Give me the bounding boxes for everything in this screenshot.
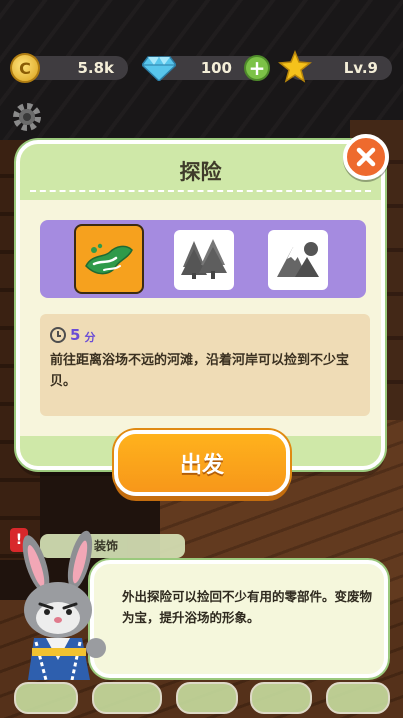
gear-icon[interactable] (10, 100, 44, 134)
option-forest[interactable] (174, 230, 234, 290)
nav-button-4[interactable] (250, 682, 312, 714)
gem-amount: 100 (200, 59, 232, 77)
close-button[interactable] (343, 134, 389, 180)
duration-value: 5 (70, 326, 81, 344)
header-divider (30, 190, 371, 192)
clock-icon (50, 327, 66, 343)
option-river-beach[interactable] (74, 224, 144, 294)
river-icon (85, 243, 133, 275)
forest-icon (181, 239, 227, 279)
star-icon (278, 50, 312, 83)
tip-bubble: 外出探险可以捡回不少有用的零部件。变废物为宝，提升浴场的形象。 (90, 560, 388, 678)
nav-button-5[interactable] (326, 682, 390, 714)
depart-button[interactable]: 出发 (114, 430, 290, 496)
option-mountain[interactable] (268, 230, 328, 290)
mountain-icon (277, 242, 319, 277)
destination-description: 前往距离浴场不远的河滩，沿着河岸可以捡到不少宝贝。 (50, 353, 350, 389)
add-gems-button[interactable]: + (244, 55, 270, 81)
gem-icon (142, 56, 176, 81)
nav-button-2[interactable] (92, 682, 162, 714)
expedition-dialog: 探险 5 分 前往距离浴场不远的河滩，沿着河岸可以捡到不少宝贝。 (16, 140, 385, 470)
close-icon (356, 147, 376, 167)
rabbit-mascot-icon (22, 530, 106, 680)
nav-button-3[interactable] (176, 682, 238, 714)
dialog-title: 探险 (179, 160, 222, 184)
coin-amount: 5.8k (77, 59, 114, 77)
depart-label: 出发 (179, 453, 224, 478)
tip-text: 外出探险可以捡回不少有用的零部件。变废物为宝，提升浴场的形象。 (122, 589, 373, 625)
destination-options (40, 220, 366, 298)
coin-icon: C (10, 53, 40, 83)
level-label: Lv.9 (343, 59, 378, 77)
nav-button-1[interactable] (14, 682, 78, 714)
duration-unit: 分 (84, 330, 96, 344)
duration-row: 5 分 (50, 324, 360, 346)
bottom-navigation (0, 676, 403, 718)
destination-info: 5 分 前往距离浴场不远的河滩，沿着河岸可以捡到不少宝贝。 (40, 314, 370, 416)
